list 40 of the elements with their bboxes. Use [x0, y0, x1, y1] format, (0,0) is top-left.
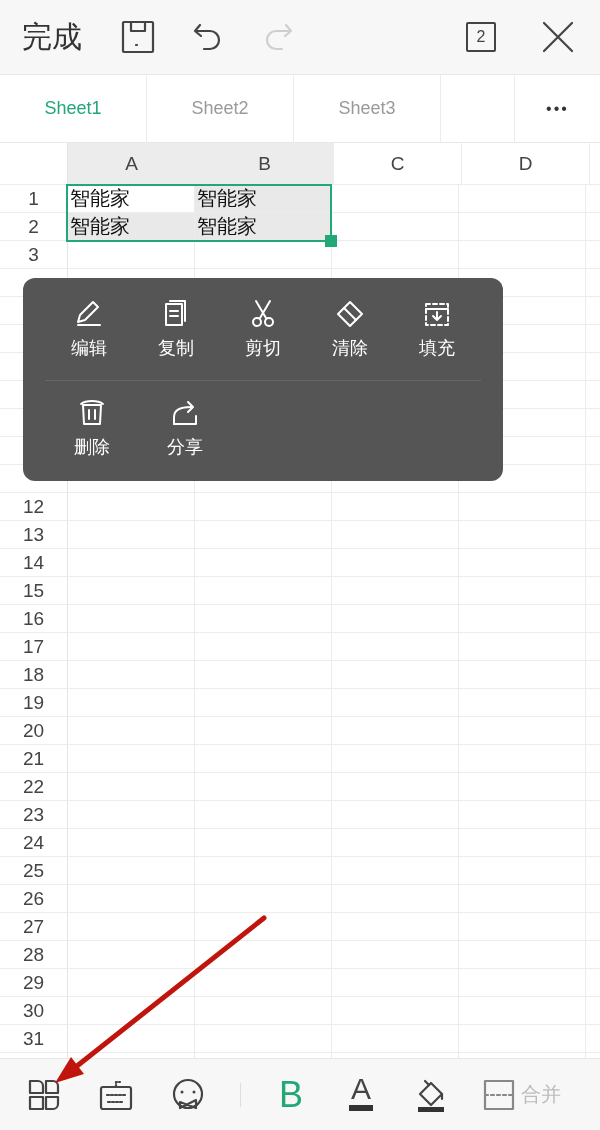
- row-number: 17: [0, 633, 68, 660]
- row-number: 29: [0, 969, 68, 996]
- row-number: 27: [0, 913, 68, 940]
- row-number: 31: [0, 1025, 68, 1052]
- table-cell[interactable]: 智能家: [68, 185, 195, 212]
- row-number: 25: [0, 857, 68, 884]
- row-number: 30: [0, 997, 68, 1024]
- menu-item[interactable]: 分享: [138, 389, 231, 477]
- menu-item[interactable]: 剪切: [219, 290, 307, 378]
- menu-item[interactable]: 填充: [393, 290, 481, 378]
- row-number: 20: [0, 717, 68, 744]
- table-cell[interactable]: 智能家: [195, 213, 332, 240]
- menu-item[interactable]: 复制: [132, 290, 220, 378]
- row-number: 19: [0, 689, 68, 716]
- row-number: 24: [0, 829, 68, 856]
- row-number: 15: [0, 577, 68, 604]
- row-number: 22: [0, 773, 68, 800]
- column-header[interactable]: B: [196, 143, 334, 184]
- row-number: 16: [0, 605, 68, 632]
- fill-handle[interactable]: [325, 235, 337, 247]
- table-cell[interactable]: 智能家: [68, 213, 195, 240]
- row-number: 18: [0, 661, 68, 688]
- done-button[interactable]: 完成: [22, 16, 82, 58]
- menu-item[interactable]: 编辑: [45, 290, 133, 378]
- row-number: 28: [0, 941, 68, 968]
- row-number: 26: [0, 885, 68, 912]
- row-number: 14: [0, 549, 68, 576]
- table-cell[interactable]: 智能家: [195, 185, 332, 212]
- row-number: 21: [0, 745, 68, 772]
- row-number: 1: [0, 185, 68, 212]
- row-number: 23: [0, 801, 68, 828]
- font-color-button[interactable]: A: [341, 1072, 381, 1117]
- row-number: 3: [0, 241, 68, 268]
- row-number: 13: [0, 521, 68, 548]
- column-header[interactable]: A: [68, 143, 196, 184]
- merge-cells-icon: [483, 1078, 515, 1111]
- row-number: 12: [0, 493, 68, 520]
- menu-item[interactable]: 删除: [45, 389, 138, 477]
- menu-item[interactable]: 清除: [306, 290, 394, 378]
- window-count-button[interactable]: 2: [466, 22, 496, 52]
